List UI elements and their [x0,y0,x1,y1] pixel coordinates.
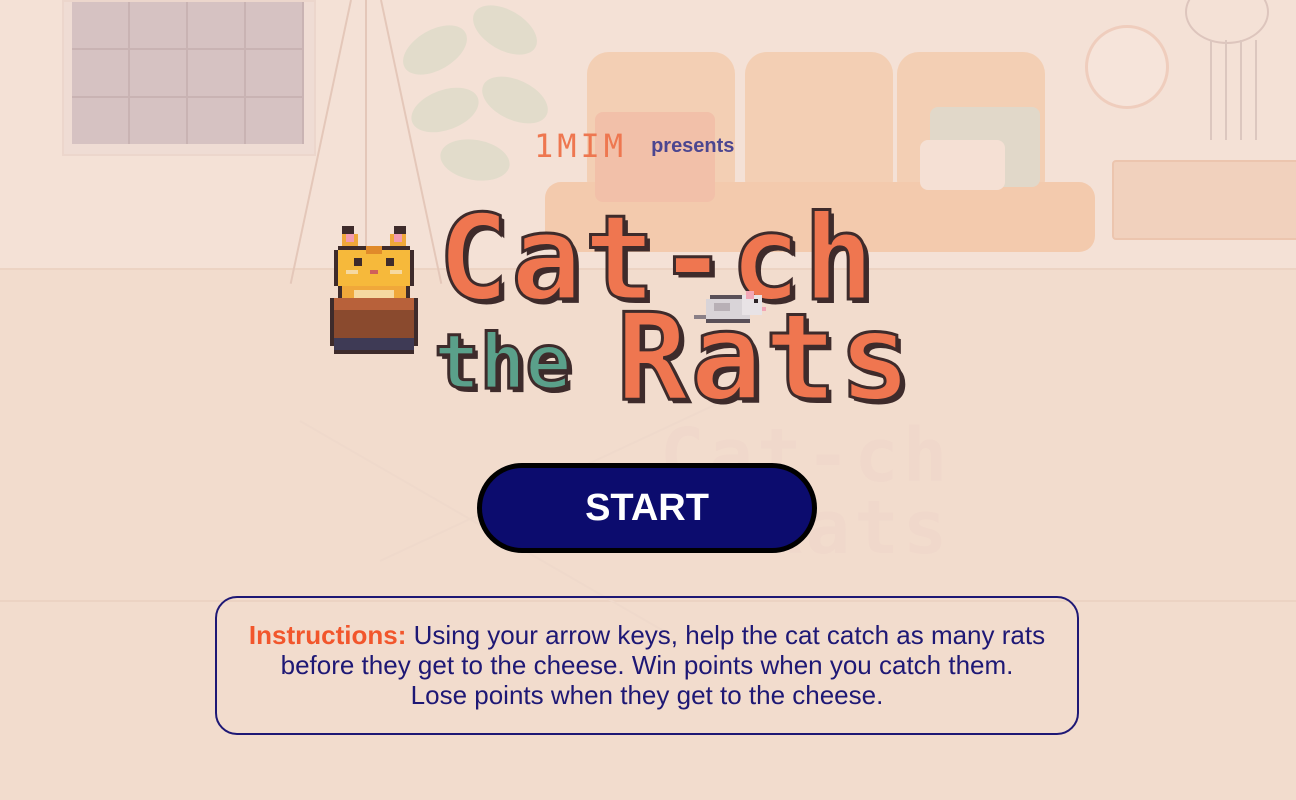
plant-leaf [474,67,556,133]
plant-leaf [405,79,485,141]
dreamcatcher-string [1210,40,1212,140]
pixel-cat-icon [330,226,418,354]
start-button[interactable]: START [477,463,817,553]
dreamcatcher-string [1255,40,1257,140]
sofa-back [745,52,893,202]
window [62,0,316,156]
window-glass [72,2,304,144]
title-word-the: the [432,316,572,408]
studio-brand: 1MIM [534,127,628,165]
instructions-label: Instructions: [248,620,407,650]
plant-leaf [394,15,476,85]
plant-leaf [437,134,513,186]
presents-label: presents [651,134,735,157]
pixel-rat-icon [694,291,766,323]
instructions-line: Instructions: Using your arrow keys, hel… [247,620,1047,650]
instructions-text: Using your arrow keys, help the cat catc… [413,620,1046,650]
dreamcatcher-string [1225,40,1227,140]
cabinet [1112,160,1296,240]
instructions-panel: Instructions: Using your arrow keys, hel… [215,596,1079,735]
presents-line: 1MIM presents [534,126,734,166]
instructions-text: before they get to the cheese. Win point… [280,650,1014,680]
dreamcatcher [1185,0,1269,44]
game-logo: Cat-ch the Rats [330,188,970,430]
cushion [920,140,1005,190]
instructions-text: Lose points when they get to the cheese. [410,680,884,710]
wall-clock [1085,25,1169,109]
dreamcatcher-string [1240,40,1242,140]
plant-leaf [464,0,546,65]
